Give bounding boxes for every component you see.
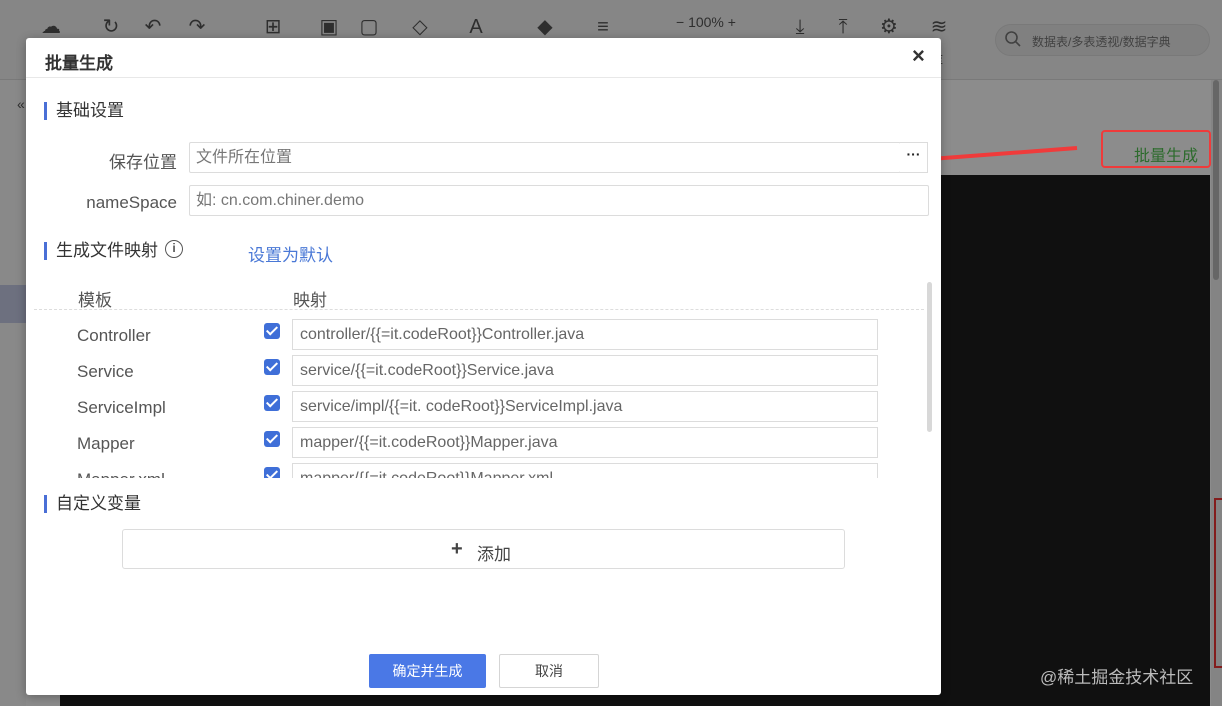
table-row: Service service/{{=it.codeRoot}}Service.…: [26, 355, 941, 387]
section-custom-variables: 自定义变量: [44, 495, 141, 513]
table-row: Mapper mapper/{{=it.codeRoot}}Mapper.jav…: [26, 427, 941, 459]
batch-generate-button[interactable]: 批量生成: [1101, 130, 1211, 168]
row-mapping-input[interactable]: service/impl/{{=it. codeRoot}}ServiceImp…: [292, 391, 878, 422]
row-mapping-input[interactable]: controller/{{=it.codeRoot}}Controller.ja…: [292, 319, 878, 350]
plus-icon: +: [451, 538, 463, 560]
batch-generate-dialog: 批量生成 × 基础设置 保存位置 ··· nameSpace 生成文件映射 i …: [26, 38, 941, 695]
namespace-label: nameSpace: [86, 193, 177, 212]
set-default-link[interactable]: 设置为默认: [248, 241, 333, 266]
section-file-mapping: 生成文件映射: [44, 242, 158, 260]
row-checkbox[interactable]: [264, 395, 280, 411]
mapping-scrollbar[interactable]: [927, 282, 932, 432]
table-row: Mapper.xml mapper/{{=it.codeRoot}}Mapper…: [26, 463, 941, 478]
section-basic-settings: 基础设置: [44, 102, 124, 120]
header-divider: [34, 309, 924, 310]
cancel-button[interactable]: 取消: [499, 654, 599, 688]
save-location-label: 保存位置: [109, 153, 177, 172]
row-template: ServiceImpl: [77, 398, 166, 417]
row-template: Controller: [77, 326, 151, 345]
table-row: ServiceImpl service/impl/{{=it. codeRoot…: [26, 391, 941, 423]
row-mapping-input[interactable]: mapper/{{=it.codeRoot}}Mapper.xml: [292, 463, 878, 478]
watermark: @稀土掘金技术社区: [1040, 668, 1194, 687]
column-template: 模板: [78, 291, 112, 310]
save-location-input[interactable]: [189, 142, 901, 173]
add-variable-button[interactable]: + 添加: [122, 529, 845, 569]
row-template: Service: [77, 362, 134, 381]
column-mapping: 映射: [293, 291, 327, 310]
batch-generate-label: 批量生成: [1134, 148, 1199, 165]
dialog-title: 批量生成: [45, 54, 113, 73]
info-icon[interactable]: i: [165, 240, 183, 258]
row-checkbox[interactable]: [264, 323, 280, 339]
namespace-input[interactable]: [189, 185, 929, 216]
row-checkbox[interactable]: [264, 431, 280, 447]
row-template: Mapper: [77, 434, 135, 453]
add-label: 添加: [477, 545, 511, 564]
mapping-table: 模板 映射 Controller controller/{{=it.codeRo…: [26, 278, 941, 478]
close-icon[interactable]: ×: [912, 43, 925, 69]
confirm-generate-button[interactable]: 确定并生成: [369, 654, 486, 688]
table-row: Controller controller/{{=it.codeRoot}}Co…: [26, 319, 941, 351]
row-mapping-input[interactable]: mapper/{{=it.codeRoot}}Mapper.java: [292, 427, 878, 458]
row-checkbox[interactable]: [264, 359, 280, 375]
row-template: Mapper.xml: [77, 470, 165, 478]
row-mapping-input[interactable]: service/{{=it.codeRoot}}Service.java: [292, 355, 878, 386]
dialog-header: 批量生成 ×: [26, 38, 941, 78]
browse-button[interactable]: ···: [900, 142, 928, 173]
row-checkbox[interactable]: [264, 467, 280, 478]
